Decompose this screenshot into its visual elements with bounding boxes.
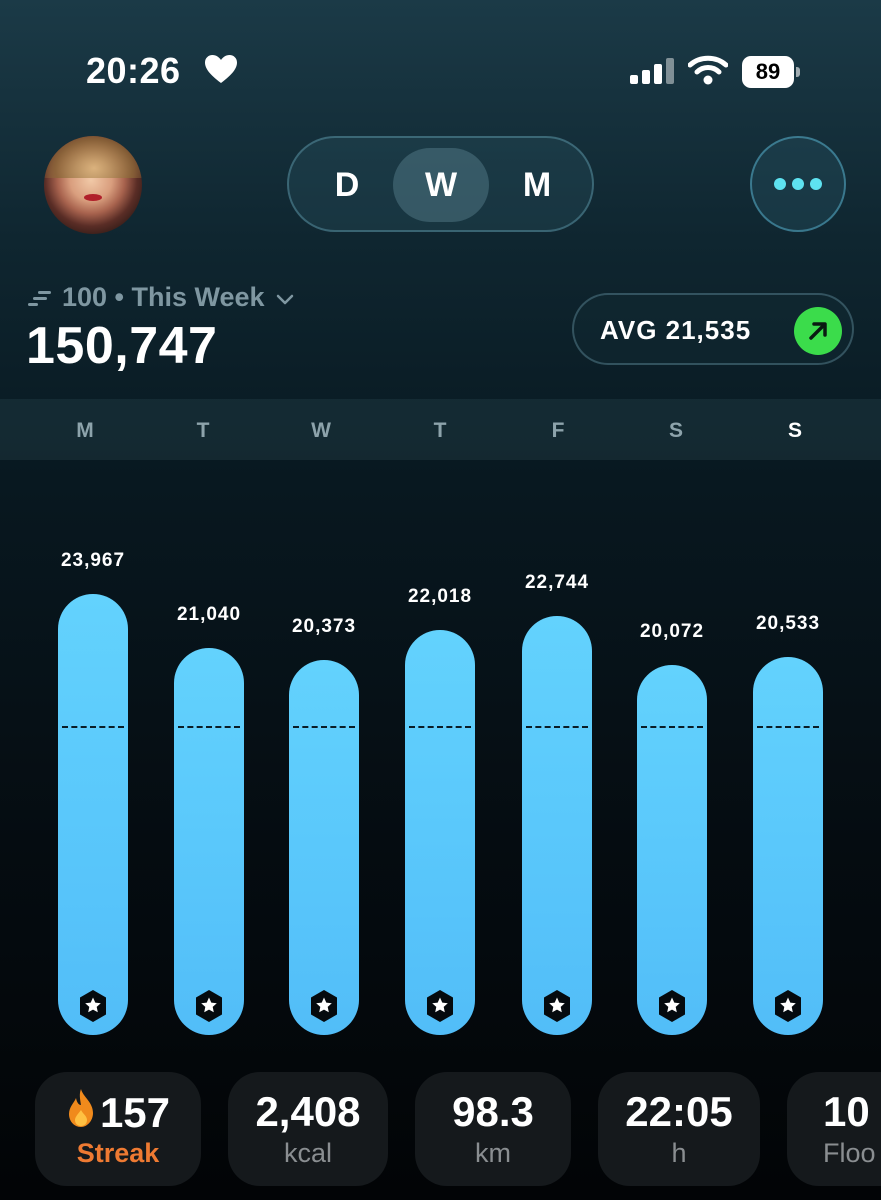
goal-label: 100 • This Week bbox=[62, 282, 265, 312]
signal-icon bbox=[630, 58, 676, 89]
goal-line bbox=[526, 725, 588, 728]
star-icon bbox=[425, 989, 455, 1023]
weekday-strip: M T W T F S S bbox=[0, 399, 881, 460]
stats-row: 157 Streak 2,408 kcal 98.3 km 22:05 h 10… bbox=[0, 1072, 881, 1192]
floors-value: 10 bbox=[823, 1088, 870, 1135]
battery-level: 89 bbox=[742, 56, 794, 88]
distance-card[interactable]: 98.3 km bbox=[415, 1072, 571, 1186]
steps-bar-chart: 23,967 21,040 20,373 22,018 22,744 20,072 20,5… bbox=[0, 460, 881, 1060]
star-icon bbox=[194, 989, 224, 1023]
chart-bar[interactable] bbox=[289, 659, 359, 1035]
chart-bar[interactable] bbox=[174, 647, 244, 1035]
chart-bar[interactable] bbox=[58, 593, 128, 1035]
average-label: AVG 21,535 bbox=[600, 315, 752, 345]
day-label-mon[interactable]: M bbox=[55, 419, 115, 443]
period-month-tab[interactable]: M bbox=[489, 148, 585, 222]
bar-value-label: 23,967 bbox=[60, 549, 126, 571]
day-label-sat[interactable]: S bbox=[646, 419, 706, 443]
bar-value-label: 22,744 bbox=[524, 572, 590, 594]
more-button[interactable] bbox=[750, 136, 846, 232]
bar-value-label: 20,533 bbox=[755, 612, 821, 634]
avatar[interactable] bbox=[44, 136, 142, 234]
star-icon bbox=[542, 989, 572, 1023]
chart-bar[interactable] bbox=[637, 665, 707, 1035]
speed-lines-icon bbox=[28, 282, 52, 313]
calories-value: 2,408 bbox=[255, 1088, 361, 1135]
duration-card[interactable]: 22:05 h bbox=[598, 1072, 760, 1186]
streak-value: 157 bbox=[99, 1089, 171, 1136]
heart-icon bbox=[204, 54, 238, 89]
day-label-fri[interactable]: F bbox=[528, 419, 588, 443]
duration-label: h bbox=[671, 1138, 687, 1168]
calories-card[interactable]: 2,408 kcal bbox=[228, 1072, 388, 1186]
distance-label: km bbox=[475, 1138, 511, 1168]
period-week-tab[interactable]: W bbox=[393, 148, 489, 222]
goal-line bbox=[409, 725, 471, 728]
goal-line bbox=[293, 725, 355, 728]
chart-bar[interactable] bbox=[405, 629, 475, 1035]
streak-card[interactable]: 157 Streak bbox=[35, 1072, 201, 1186]
bar-value-label: 20,373 bbox=[291, 615, 357, 637]
period-day-tab[interactable]: D bbox=[299, 148, 395, 222]
bar-value-label: 20,072 bbox=[639, 621, 705, 643]
floors-label: Floo bbox=[823, 1138, 876, 1168]
calories-label: kcal bbox=[283, 1138, 332, 1168]
duration-value: 22:05 bbox=[625, 1088, 733, 1135]
distance-value: 98.3 bbox=[452, 1088, 534, 1135]
chevron-down-icon bbox=[275, 282, 295, 313]
status-bar: 20:26 89 bbox=[0, 0, 881, 130]
goal-line bbox=[178, 725, 240, 728]
flame-icon bbox=[66, 1088, 96, 1138]
battery-icon: 89 bbox=[742, 56, 800, 88]
goal-line bbox=[641, 725, 703, 728]
day-label-sun[interactable]: S bbox=[765, 419, 825, 443]
bar-value-label: 21,040 bbox=[176, 603, 242, 625]
goal-selector[interactable]: 100 • This Week bbox=[28, 282, 295, 313]
wifi-icon bbox=[687, 54, 729, 91]
floors-card[interactable]: 10 Floo bbox=[787, 1072, 881, 1186]
bar-value-label: 22,018 bbox=[407, 585, 473, 607]
streak-label: Streak bbox=[76, 1138, 160, 1168]
total-steps: 150,747 bbox=[26, 317, 218, 375]
average-pill[interactable]: AVG 21,535 bbox=[572, 293, 854, 365]
star-icon bbox=[773, 989, 803, 1023]
period-segmented-control: D W M bbox=[287, 136, 594, 232]
day-label-tue[interactable]: T bbox=[173, 419, 233, 443]
star-icon bbox=[78, 989, 108, 1023]
star-icon bbox=[657, 989, 687, 1023]
status-time: 20:26 bbox=[86, 50, 181, 91]
chart-bar[interactable] bbox=[522, 616, 592, 1035]
star-icon bbox=[309, 989, 339, 1023]
goal-line bbox=[62, 725, 124, 728]
ellipsis-icon bbox=[774, 178, 786, 190]
day-label-wed[interactable]: W bbox=[291, 419, 351, 443]
day-label-thu[interactable]: T bbox=[410, 419, 470, 443]
chart-bar[interactable] bbox=[753, 656, 823, 1035]
goal-line bbox=[757, 725, 819, 728]
trend-up-arrow-icon bbox=[794, 307, 842, 355]
